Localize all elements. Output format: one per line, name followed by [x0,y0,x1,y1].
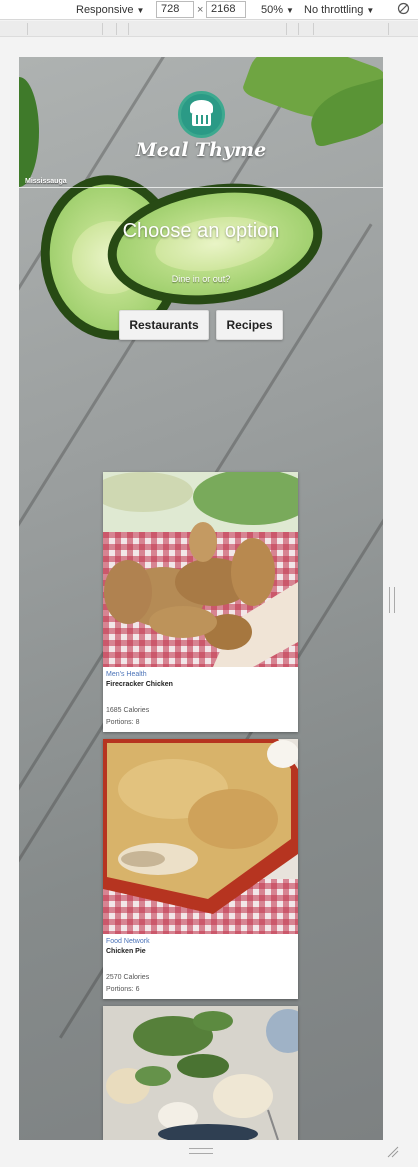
restaurants-button[interactable]: Restaurants [119,310,209,340]
recipe-photo[interactable] [103,1006,298,1140]
resize-handle-right[interactable] [389,587,395,613]
recipes-button[interactable]: Recipes [216,310,283,340]
page-subtitle: Dine in or out? [171,274,231,284]
device-selector-label: Responsive [76,4,134,16]
chef-hat-logo-icon[interactable] [178,91,225,138]
viewport-height-input[interactable]: 2168 [206,1,246,18]
recipe-card[interactable]: Men's Health Firecracker Chicken 1685 Ca… [103,472,298,732]
recipe-name[interactable]: Chicken Pie [106,948,295,955]
recipe-source-link[interactable]: Men's Health [106,671,295,678]
caret-down-icon: ▼ [286,6,294,15]
dimension-separator: × [197,4,204,16]
caret-down-icon: ▼ [366,6,375,15]
brand-name[interactable]: Meal Thyme [19,139,383,161]
resize-handle-bottom[interactable] [189,1148,213,1154]
recipe-card[interactable] [103,1006,298,1140]
viewport-width-input[interactable]: 728 [156,1,194,18]
caret-down-icon: ▼ [136,6,145,15]
page-title: Choose an option [122,220,280,242]
recipe-portions: Portions: 6 [106,986,140,993]
media-query-ruler [0,21,418,37]
recipe-calories: 1685 Calories [106,707,150,714]
zoom-label: 50% [261,4,284,16]
recipe-info: Men's Health Firecracker Chicken 1685 Ca… [103,667,298,732]
recipe-photo[interactable] [103,739,298,934]
recipe-photo[interactable] [103,472,298,667]
device-viewport: Meal Thyme Mississauga Choose an option … [19,57,383,1140]
location-label[interactable]: Mississauga [25,178,67,185]
recipe-name[interactable]: Firecracker Chicken [106,681,295,688]
zoom-selector[interactable]: 50% ▼ [261,3,294,17]
throttling-label: No throttling [304,4,364,16]
recipe-calories: 2570 Calories [106,974,150,981]
recipe-card[interactable]: Food Network Chicken Pie 2570 Calories P… [103,739,298,999]
devtools-toolbar: Responsive ▼ 728 × 2168 50% ▼ No throttlin… [0,0,418,20]
device-selector[interactable]: Responsive ▼ [76,3,144,17]
resize-corner-icon[interactable] [386,1145,400,1159]
recipe-info: Food Network Chicken Pie 2570 Calories P… [103,934,298,999]
rotate-icon[interactable] [397,2,410,16]
recipe-source-link[interactable]: Food Network [106,938,295,945]
header-divider [19,187,383,188]
recipe-portions: Portions: 8 [106,719,140,726]
throttling-selector[interactable]: No throttling ▼ [304,3,374,17]
